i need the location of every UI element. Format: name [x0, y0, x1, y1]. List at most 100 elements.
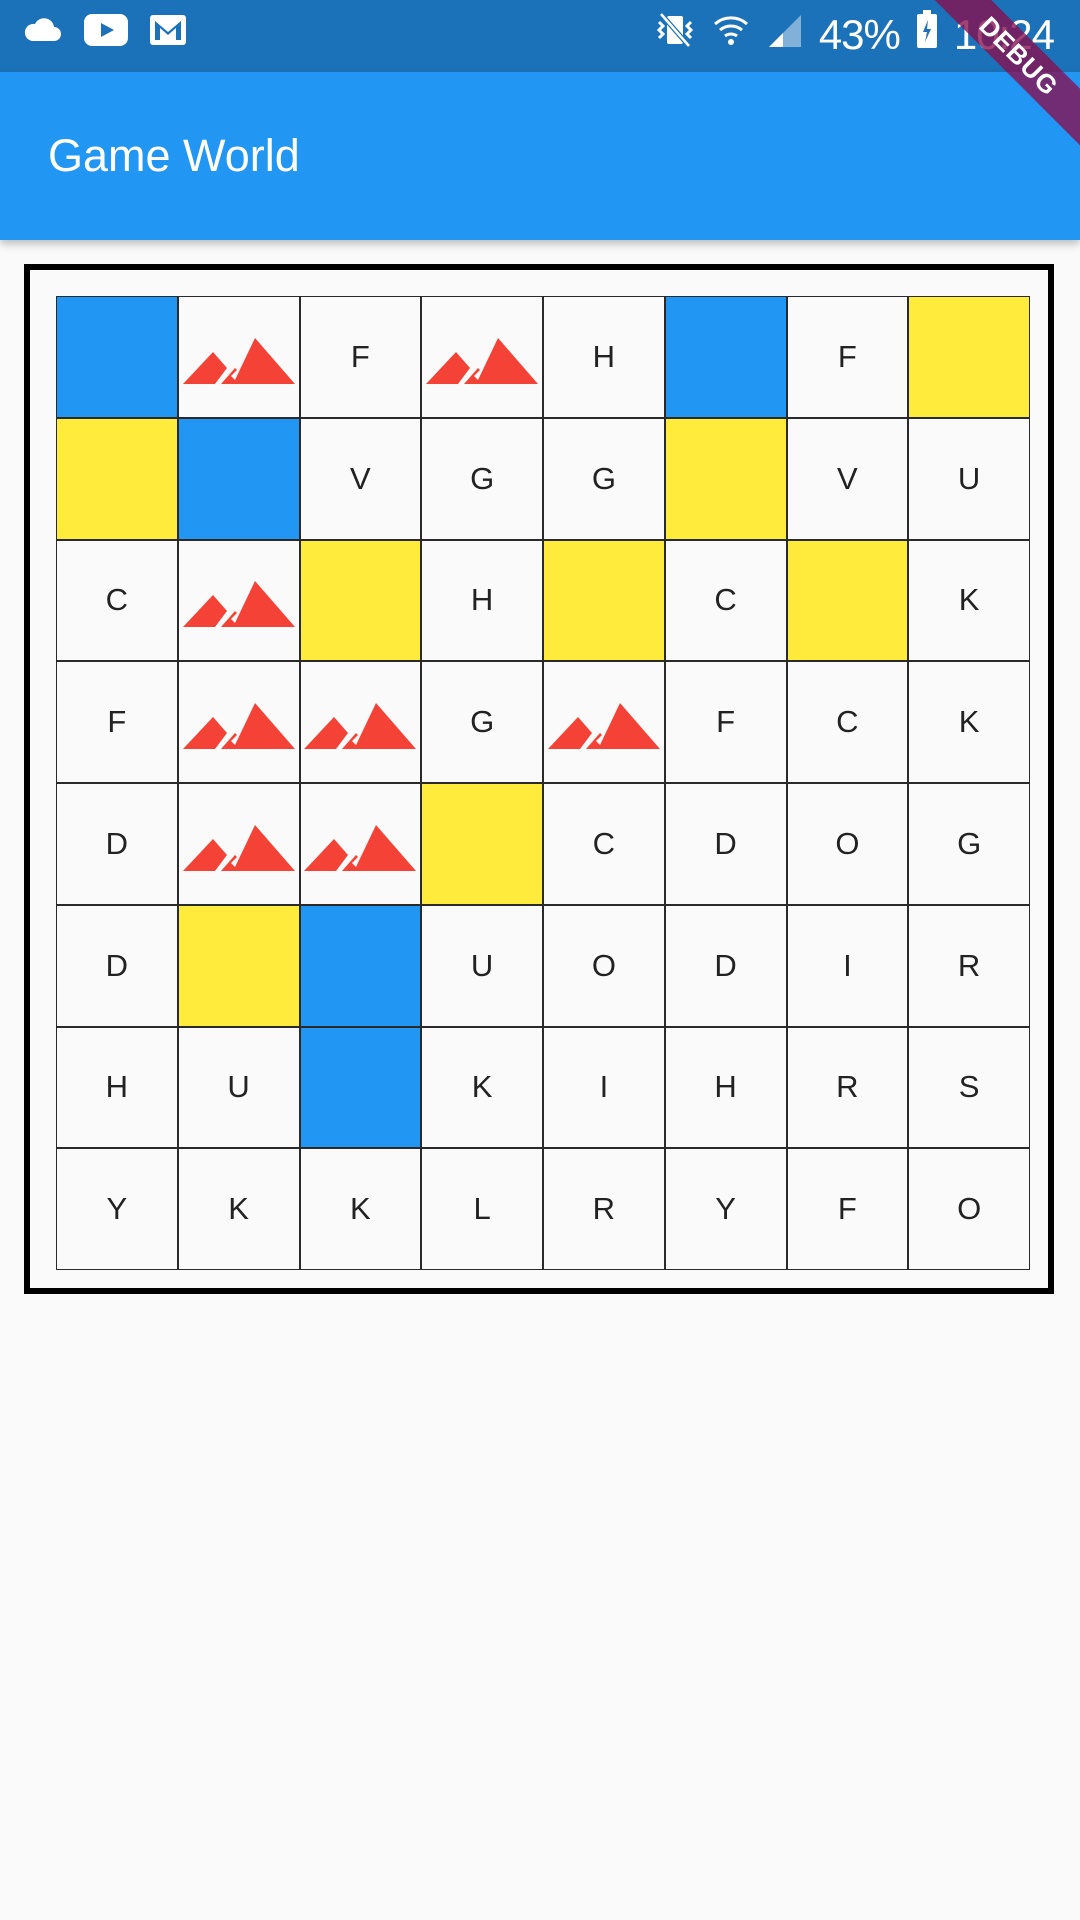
- tile-letter[interactable]: V: [786, 417, 909, 540]
- tile-letter-text: U: [957, 460, 981, 496]
- tile-mountain[interactable]: [299, 783, 422, 905]
- tile-sand[interactable]: [177, 904, 300, 1027]
- tile-sand[interactable]: [664, 417, 787, 540]
- tile-water[interactable]: [177, 417, 300, 540]
- tile-sand[interactable]: [543, 539, 665, 662]
- mountain-icon: [182, 561, 295, 639]
- tile-letter[interactable]: I: [543, 1026, 665, 1149]
- app-bar: Game World: [0, 72, 1080, 240]
- battery-percent: 43%: [818, 11, 901, 58]
- tile-letter[interactable]: V: [299, 417, 422, 540]
- tile-letter[interactable]: G: [908, 783, 1030, 905]
- tile-letter-text: C: [592, 825, 616, 861]
- tile-letter[interactable]: Y: [664, 1148, 787, 1270]
- tile-letter[interactable]: K: [908, 661, 1030, 783]
- tile-water[interactable]: [56, 296, 178, 418]
- signal-icon: [767, 11, 803, 59]
- tile-letter-text: R: [836, 1069, 859, 1105]
- mountain-icon: [426, 318, 539, 396]
- tile-letter[interactable]: U: [421, 904, 543, 1027]
- tile-sand[interactable]: [56, 417, 178, 540]
- tile-letter-text: D: [105, 825, 129, 861]
- tile-letter-text: R: [592, 1191, 616, 1227]
- tile-letter-text: C: [714, 582, 737, 618]
- tile-letter-text: K: [471, 1069, 493, 1105]
- tile-letter-text: F: [350, 338, 370, 374]
- tile-letter[interactable]: S: [908, 1026, 1030, 1149]
- tile-letter[interactable]: D: [664, 783, 787, 905]
- tile-mountain[interactable]: [177, 783, 300, 905]
- tile-letter[interactable]: G: [543, 417, 665, 540]
- tile-letter[interactable]: F: [299, 296, 422, 418]
- tile-letter[interactable]: U: [177, 1026, 300, 1149]
- tile-letter-text: F: [837, 338, 857, 374]
- vibrate-icon: [655, 10, 695, 60]
- tile-letter[interactable]: K: [177, 1148, 300, 1270]
- board-grid: F H F V G G V U C H C K F G F C K D C D O G D U O D I R H U K I H R S Y K K L R…: [56, 296, 1030, 1270]
- tile-letter-text: U: [227, 1069, 250, 1105]
- tile-letter[interactable]: C: [543, 783, 665, 905]
- tile-letter-text: C: [836, 704, 859, 740]
- tile-letter-text: H: [470, 582, 494, 618]
- tile-letter[interactable]: R: [908, 904, 1030, 1027]
- tile-sand[interactable]: [421, 783, 543, 905]
- tile-letter[interactable]: H: [421, 539, 543, 662]
- tile-letter[interactable]: O: [908, 1148, 1030, 1270]
- tile-sand[interactable]: [786, 539, 909, 662]
- tile-letter[interactable]: K: [908, 539, 1030, 662]
- tile-letter[interactable]: H: [664, 1026, 787, 1149]
- tile-letter[interactable]: I: [786, 904, 909, 1027]
- tile-letter[interactable]: D: [56, 904, 178, 1027]
- cloud-icon: [22, 17, 62, 48]
- tile-letter[interactable]: C: [56, 539, 178, 662]
- tile-letter-text: G: [470, 460, 495, 496]
- tile-mountain[interactable]: [543, 661, 665, 783]
- tile-letter[interactable]: H: [543, 296, 665, 418]
- tile-water[interactable]: [664, 296, 787, 418]
- tile-letter[interactable]: C: [664, 539, 787, 662]
- tile-letter[interactable]: F: [664, 661, 787, 783]
- tile-letter-text: F: [837, 1191, 857, 1227]
- tile-letter-text: L: [473, 1191, 491, 1227]
- tile-letter[interactable]: U: [908, 417, 1030, 540]
- tile-letter-text: V: [350, 460, 371, 496]
- tile-letter[interactable]: Y: [56, 1148, 178, 1270]
- tile-mountain[interactable]: [421, 296, 543, 418]
- mountain-icon: [182, 318, 295, 396]
- tile-sand[interactable]: [908, 296, 1030, 418]
- tile-letter-text: K: [958, 704, 980, 740]
- page-title: Game World: [48, 130, 300, 181]
- tile-sand[interactable]: [299, 539, 422, 662]
- tile-letter[interactable]: O: [543, 904, 665, 1027]
- tile-mountain[interactable]: [299, 661, 422, 783]
- battery-icon: [916, 10, 938, 60]
- tile-mountain[interactable]: [177, 661, 300, 783]
- tile-letter-text: O: [591, 947, 616, 983]
- tile-letter[interactable]: H: [56, 1026, 178, 1149]
- tile-letter-text: D: [105, 947, 129, 983]
- tile-letter-text: K: [958, 582, 980, 618]
- tile-letter[interactable]: K: [421, 1026, 543, 1149]
- wifi-icon: [711, 10, 751, 60]
- mountain-icon: [182, 805, 295, 883]
- tile-letter[interactable]: R: [543, 1148, 665, 1270]
- tile-letter-text: F: [716, 704, 736, 740]
- tile-letter[interactable]: D: [664, 904, 787, 1027]
- tile-mountain[interactable]: [177, 539, 300, 662]
- tile-letter[interactable]: L: [421, 1148, 543, 1270]
- tile-letter[interactable]: R: [786, 1026, 909, 1149]
- tile-water[interactable]: [299, 1026, 422, 1149]
- tile-letter[interactable]: G: [421, 417, 543, 540]
- tile-letter[interactable]: D: [56, 783, 178, 905]
- status-left-icons: [22, 14, 186, 51]
- tile-mountain[interactable]: [177, 296, 300, 418]
- tile-letter[interactable]: F: [56, 661, 178, 783]
- tile-letter[interactable]: C: [786, 661, 909, 783]
- tile-letter[interactable]: F: [786, 1148, 909, 1270]
- tile-letter[interactable]: F: [786, 296, 909, 418]
- tile-water[interactable]: [299, 904, 422, 1027]
- gmail-icon: [150, 15, 186, 50]
- tile-letter[interactable]: G: [421, 661, 543, 783]
- tile-letter[interactable]: O: [786, 783, 909, 905]
- tile-letter[interactable]: K: [299, 1148, 422, 1270]
